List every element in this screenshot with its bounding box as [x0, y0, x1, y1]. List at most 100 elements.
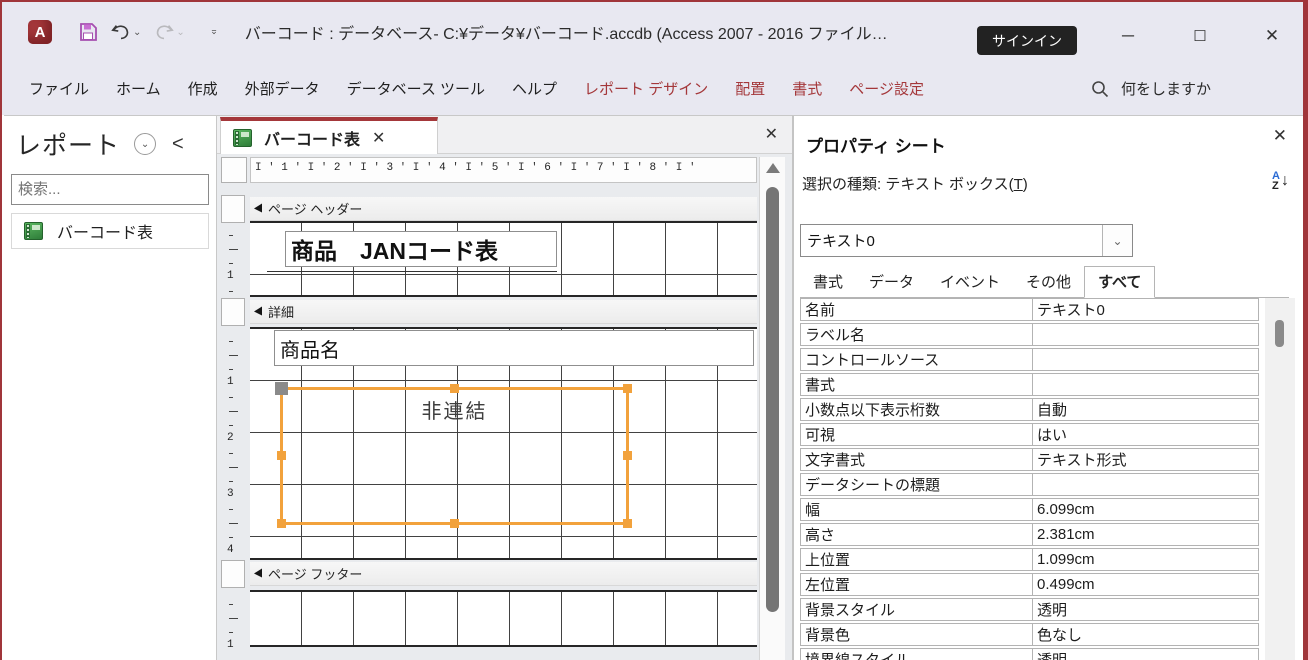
- property-value[interactable]: 透明: [1032, 648, 1259, 660]
- section-bar-page-header[interactable]: ページ ヘッダー: [250, 197, 757, 221]
- property-value[interactable]: 6.099cm: [1032, 498, 1259, 521]
- property-value[interactable]: 透明: [1032, 598, 1259, 621]
- property-row: 背景スタイル 透明: [800, 598, 1259, 621]
- ruler-tick: ': [294, 162, 302, 174]
- ruler-tick: ': [347, 162, 354, 174]
- scrollbar-thumb[interactable]: [766, 187, 779, 612]
- product-name-textbox[interactable]: 商品名: [274, 330, 754, 366]
- property-value[interactable]: 色なし: [1032, 623, 1259, 646]
- property-value[interactable]: 2.381cm: [1032, 523, 1259, 546]
- report-icon: [233, 128, 252, 147]
- title-bar: A ⌄ ⌄ バーコード : データベース- C:¥データ¥バーコード.accdb…: [2, 2, 1303, 62]
- window-title: バーコード : データベース- C:¥データ¥バーコード.accdb (Acce…: [244, 26, 888, 43]
- close-property-sheet-icon[interactable]: ✕: [1273, 126, 1287, 146]
- move-handle[interactable]: [275, 382, 288, 395]
- section-selector-detail[interactable]: [221, 298, 245, 326]
- ruler-tick: [229, 397, 233, 398]
- resize-handle-bottom-left[interactable]: [277, 519, 286, 528]
- detail-grid[interactable]: 商品名 非連結: [250, 327, 757, 560]
- resize-handle-top[interactable]: [449, 384, 459, 393]
- ribbon-tab-3[interactable]: 外部データ: [245, 78, 320, 99]
- property-value[interactable]: [1032, 348, 1259, 371]
- close-document-button[interactable]: ✕: [765, 124, 778, 144]
- horizontal-ruler[interactable]: I ' 1 ' I ' 2 ' I ' 3 ' I ' 4 ' I ' 5 ' I ' 6 ' I ' 7 ' I ' 8 ' I ': [250, 157, 757, 183]
- selected-unbound-textbox[interactable]: 非連結: [275, 382, 632, 528]
- close-tab-icon[interactable]: ✕: [372, 128, 385, 148]
- property-value[interactable]: はい: [1032, 423, 1259, 446]
- property-value[interactable]: [1032, 473, 1259, 496]
- nav-search-input[interactable]: [18, 181, 217, 198]
- section-collapse-icon: [254, 306, 262, 317]
- ribbon-tab-2[interactable]: 作成: [188, 78, 218, 99]
- ribbon-tab-5[interactable]: ヘルプ: [512, 78, 557, 99]
- section-bar-page-footer[interactable]: ページ フッター: [250, 562, 757, 586]
- property-sheet-scrollbar[interactable]: [1265, 298, 1295, 660]
- property-value[interactable]: [1032, 373, 1259, 396]
- nav-item-report[interactable]: バーコード表: [11, 213, 209, 249]
- property-tab-すべて[interactable]: すべて: [1084, 266, 1156, 298]
- redo-dropdown-icon[interactable]: ⌄: [176, 27, 184, 38]
- resize-handle-bottom-right[interactable]: [623, 519, 632, 528]
- save-button[interactable]: [74, 20, 102, 44]
- ribbon-tab-8[interactable]: 書式: [792, 78, 822, 99]
- ruler-tick: [229, 632, 233, 633]
- section-selector-header[interactable]: [221, 195, 245, 223]
- resize-handle-top-right[interactable]: [623, 384, 632, 393]
- nav-menu-icon[interactable]: ⌄: [134, 133, 157, 155]
- sign-in-button[interactable]: サインイン: [977, 26, 1077, 55]
- redo-button[interactable]: ⌄: [149, 20, 188, 44]
- undo-dropdown-icon[interactable]: ⌄: [133, 27, 141, 38]
- ruler-tick: ': [478, 162, 486, 174]
- ruler-corner-box[interactable]: [221, 157, 247, 183]
- resize-handle-left[interactable]: [277, 451, 286, 460]
- property-tab-その他[interactable]: その他: [1013, 267, 1084, 297]
- ruler-tick: ': [320, 162, 328, 174]
- ruler-tick: [229, 291, 233, 292]
- ribbon-tab-1[interactable]: ホーム: [116, 78, 161, 99]
- combo-dropdown-icon[interactable]: ⌄: [1102, 225, 1132, 256]
- document-tab-strip: バーコード表 ✕ ✕: [217, 116, 792, 154]
- property-value[interactable]: 自動: [1032, 398, 1259, 421]
- report-title-label[interactable]: 商品 JANコード表: [285, 231, 557, 267]
- property-value[interactable]: テキスト0: [1032, 298, 1259, 321]
- property-tab-書式[interactable]: 書式: [800, 267, 856, 297]
- minimize-button[interactable]: ─: [1105, 20, 1151, 52]
- property-value[interactable]: テキスト形式: [1032, 448, 1259, 471]
- page-header-grid[interactable]: 商品 JANコード表: [250, 221, 757, 297]
- sort-az-button[interactable]: AZ ↓: [1272, 171, 1289, 192]
- ribbon-tab-0[interactable]: ファイル: [29, 78, 89, 99]
- object-selector-combo[interactable]: テキスト0 ⌄: [800, 224, 1133, 257]
- section-selector-footer[interactable]: [221, 560, 245, 588]
- property-tab-データ[interactable]: データ: [856, 267, 927, 297]
- close-window-button[interactable]: ✕: [1249, 20, 1295, 52]
- ruler-tick: [229, 537, 233, 538]
- nav-collapse-icon[interactable]: <: [172, 133, 184, 156]
- property-value[interactable]: 1.099cm: [1032, 548, 1259, 571]
- ribbon-tab-6[interactable]: レポート デザイン: [584, 78, 708, 99]
- tell-me-box[interactable]: 何をしますか: [1091, 78, 1211, 99]
- page-footer-grid[interactable]: [250, 590, 757, 647]
- document-tab[interactable]: バーコード表 ✕: [220, 117, 438, 154]
- ribbon-tab-9[interactable]: ページ設定: [849, 78, 924, 99]
- ruler-tick: ': [688, 162, 696, 174]
- ruler-number: 2: [227, 432, 234, 444]
- document-tab-label: バーコード表: [264, 131, 361, 149]
- ruler-tick: [229, 263, 233, 264]
- resize-handle-right[interactable]: [623, 451, 632, 460]
- ribbon-tab-7[interactable]: 配置: [735, 78, 765, 99]
- property-value[interactable]: [1032, 323, 1259, 346]
- title-underline[interactable]: [267, 271, 557, 272]
- undo-button[interactable]: ⌄: [106, 20, 145, 44]
- ribbon-tab-4[interactable]: データベース ツール: [347, 78, 485, 99]
- resize-handle-bottom[interactable]: [449, 519, 459, 528]
- ruler-tick: [229, 235, 233, 236]
- property-value[interactable]: 0.499cm: [1032, 573, 1259, 596]
- maximize-button[interactable]: ☐: [1177, 20, 1223, 52]
- customize-qat-icon[interactable]: [207, 24, 221, 40]
- section-bar-detail[interactable]: 詳細: [250, 300, 757, 324]
- scroll-up-icon[interactable]: [766, 163, 780, 173]
- document-vertical-scrollbar[interactable]: [759, 157, 785, 660]
- property-tab-イベント[interactable]: イベント: [927, 267, 1013, 297]
- property-tabs: 書式 データ イベント その他 すべて: [800, 266, 1289, 298]
- scrollbar-thumb[interactable]: [1275, 320, 1284, 347]
